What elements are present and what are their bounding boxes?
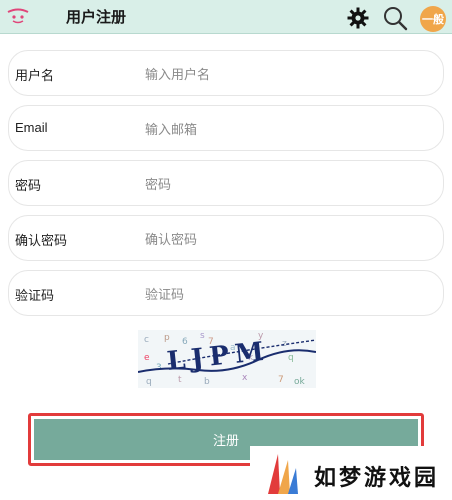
username-input[interactable] (145, 60, 435, 88)
watermark-text: 如梦游戏园 (314, 465, 440, 491)
app-header: 用户注册 一般 (0, 0, 452, 34)
svg-text:x: x (242, 373, 248, 383)
svg-text:b: b (204, 377, 210, 387)
captcha-image[interactable]: c p 6 s 7 a y z e 3 k q q t b x 7 ok LJP… (138, 330, 316, 388)
password-label: 密码 (15, 178, 42, 193)
svg-text:ok: ok (294, 377, 306, 387)
svg-text:t: t (178, 375, 182, 385)
watermark-logo-icon (268, 454, 298, 494)
email-row: Email (8, 105, 444, 151)
password-input[interactable] (145, 170, 435, 198)
confirm-password-label: 确认密码 (15, 233, 68, 248)
username-label: 用户名 (15, 68, 55, 83)
svg-text:e: e (144, 353, 150, 363)
username-row: 用户名 (8, 50, 444, 96)
email-input[interactable] (145, 115, 435, 143)
captcha-input[interactable] (145, 280, 435, 308)
password-row: 密码 (8, 160, 444, 206)
watermark: 如梦游戏园 (250, 446, 452, 500)
avatar[interactable]: 一般 (420, 6, 446, 32)
register-form: 用户名 Email 密码 确认密码 验证码 (0, 50, 452, 325)
svg-text:q: q (146, 377, 152, 387)
captcha-row: 验证码 (8, 270, 444, 316)
search-icon[interactable] (382, 5, 408, 31)
svg-text:7: 7 (278, 375, 284, 385)
app-logo-icon[interactable] (6, 8, 30, 24)
svg-text:s: s (200, 331, 205, 341)
svg-text:q: q (288, 353, 294, 363)
svg-text:p: p (164, 333, 170, 343)
confirm-password-input[interactable] (145, 225, 435, 253)
captcha-label: 验证码 (15, 288, 55, 303)
confirm-password-row: 确认密码 (8, 215, 444, 261)
svg-text:c: c (144, 335, 149, 345)
page-title: 用户注册 (66, 9, 127, 26)
email-label: Email (15, 120, 48, 135)
gear-icon[interactable] (347, 7, 369, 29)
